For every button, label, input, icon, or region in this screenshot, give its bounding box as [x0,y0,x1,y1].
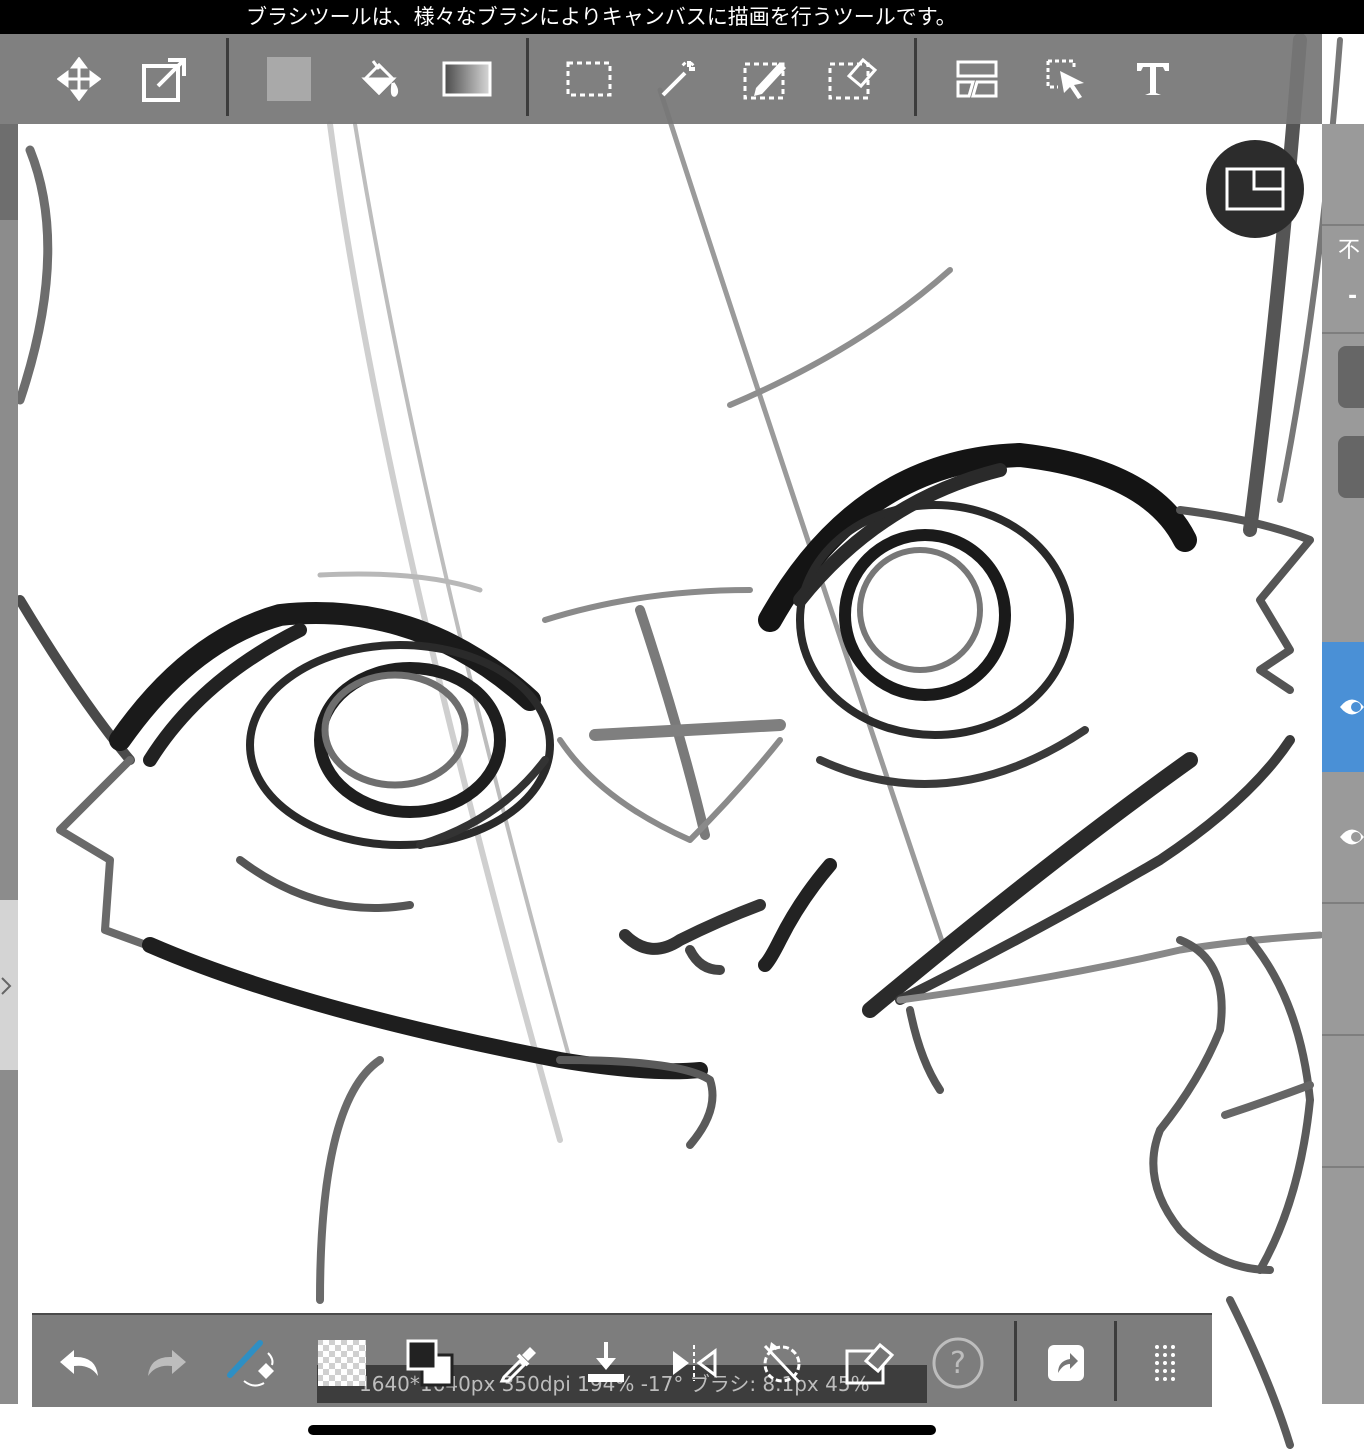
tool-tooltip-text: ブラシツールは、様々なブラシによりキャンバスに描画を行うツールです。 [246,5,957,29]
select-rect-tool-button[interactable] [558,48,620,110]
text-tool-button[interactable] [1122,48,1184,110]
layer-merge-button[interactable] [1338,436,1364,498]
eye-icon[interactable] [1338,822,1364,852]
select-eraser-icon [828,57,878,100]
drawing-canvas[interactable] [0,34,1364,1452]
select-pen-icon [743,62,786,100]
move-icon [57,57,101,101]
flip-horizontal-button[interactable] [664,1333,724,1393]
transform-tool-button[interactable] [134,48,196,110]
frame-divide-tool-button[interactable] [946,48,1008,110]
left-panel-edge[interactable] [0,124,18,1404]
color-swap-button[interactable] [400,1333,460,1393]
chevron-right-icon[interactable] [0,976,12,996]
operation-icon [1046,59,1084,99]
window-toggle-icon [1225,167,1285,211]
top-toolbar [0,34,1322,124]
text-icon [1137,63,1169,95]
layer-row[interactable] [1322,1036,1364,1168]
bottom-toolbar: 1640*1640px 350dpi 194% -17° ブラシ: 8.1px … [32,1313,1212,1407]
clear-layer-button[interactable] [840,1333,900,1393]
undo-button[interactable] [50,1333,110,1393]
eyedropper-button[interactable] [488,1333,548,1393]
layer-row[interactable] [1322,904,1364,1036]
opacity-row [1322,224,1364,334]
select-eraser-tool-button[interactable] [822,48,884,110]
eyedropper-icon [499,1347,536,1383]
import-button[interactable] [576,1333,636,1393]
download-icon [588,1342,624,1382]
select-rect-icon [566,61,612,97]
gradient-icon [442,61,492,97]
brush-eraser-icon [227,1340,274,1387]
layer-row[interactable] [1322,772,1364,904]
magic-wand-tool-button[interactable] [648,48,710,110]
redo-icon [148,1350,186,1376]
home-indicator[interactable] [308,1425,936,1435]
magic-wand-icon [661,61,695,97]
current-color-swatch[interactable] [312,1333,372,1393]
toolbar-menu-button[interactable] [1136,1333,1196,1393]
grid-dots-icon [1155,1345,1175,1381]
layer-row-selected[interactable] [1322,642,1364,772]
layer-action-button[interactable] [1338,346,1364,408]
sketch-artwork [15,34,1343,1449]
move-tool-button[interactable] [48,48,110,110]
toolbar-separator [1114,1321,1117,1401]
select-pen-tool-button[interactable] [736,48,798,110]
tool-tooltip-bar: ブラシツールは、様々なブラシによりキャンバスに描画を行うツールです。 [0,0,1364,34]
fg-bg-color-icon [406,1339,454,1387]
toolbar-separator [226,38,229,116]
rotate-reset-icon [763,1342,801,1384]
toggle-panels-button[interactable] [1206,140,1304,238]
transform-icon [142,58,186,102]
bucket-icon [361,60,399,97]
gradient-tool-button[interactable] [436,48,498,110]
reset-rotation-button[interactable] [752,1333,812,1393]
share-icon [1048,1345,1084,1381]
help-button[interactable]: ? [928,1333,988,1393]
layer-panel-edge[interactable]: 不 - [1322,124,1364,1404]
fill-color-icon [267,57,311,101]
frame-divide-icon [956,60,998,98]
clear-layer-icon [845,1342,895,1385]
toolbar-separator [914,38,917,116]
layer-panel-header [1322,124,1364,226]
operation-tool-button[interactable] [1036,48,1098,110]
transparent-color-icon [318,1340,366,1386]
toolbar-separator [526,38,529,116]
left-panel-tab[interactable] [0,124,18,220]
bucket-tool-button[interactable] [348,48,410,110]
brush-eraser-toggle-button[interactable] [222,1333,282,1393]
eye-icon[interactable] [1338,692,1364,722]
flip-horizontal-icon [673,1345,717,1381]
toolbar-separator [1014,1321,1017,1401]
redo-button[interactable] [136,1333,196,1393]
help-label: ? [950,1345,966,1381]
fill-color-tool-button[interactable] [258,48,320,110]
share-button[interactable] [1036,1333,1096,1393]
undo-icon [60,1350,98,1376]
